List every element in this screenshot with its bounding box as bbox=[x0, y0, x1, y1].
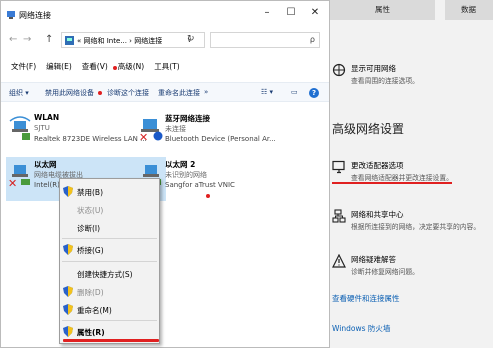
search-icon: ρ bbox=[309, 35, 315, 44]
forward-arrow-icon[interactable]: → bbox=[23, 34, 31, 45]
connection-name: WLAN bbox=[34, 113, 60, 122]
red-annotation-underline bbox=[63, 339, 159, 342]
connection-status: 未连接 bbox=[165, 125, 186, 133]
menu-item-label: 创建快捷方式(S) bbox=[77, 270, 133, 279]
refresh-icon[interactable]: ↻ bbox=[187, 34, 195, 44]
preview-pane-button[interactable]: ▭ bbox=[291, 88, 298, 96]
more-commands-button[interactable]: » bbox=[204, 88, 208, 96]
uac-shield-icon bbox=[63, 186, 73, 197]
svg-text:✕: ✕ bbox=[8, 177, 17, 187]
row-title: 显示可用网络 bbox=[351, 64, 396, 73]
minimize-button[interactable]: – bbox=[257, 7, 277, 21]
rename-button[interactable]: 重命名此连接 bbox=[158, 88, 200, 98]
menu-separator bbox=[62, 261, 157, 262]
network-connections-window: 网络连接 – ☐ ✕ ← → ↑ « 网络和 Inte... › 网络连接 ∨ … bbox=[0, 0, 330, 348]
context-menu-disable[interactable]: 禁用(B) bbox=[60, 183, 159, 200]
context-menu: 禁用(B) 状态(U) 诊断(I) 桥接(G) 创建快捷方式(S) 删除(D) bbox=[59, 178, 160, 344]
menu-edit[interactable]: 编辑(E) bbox=[46, 61, 72, 77]
menu-item-label: 禁用(B) bbox=[77, 188, 103, 197]
uac-shield-icon bbox=[63, 304, 73, 315]
network-settings-panel: 属性 数据 显示可用网络 查看周围的连接选项。 高级网络设置 更改适配器选项 查… bbox=[330, 0, 493, 348]
menu-item-label: 桥接(G) bbox=[77, 246, 104, 255]
command-bar: 组织 ▾ 禁用此网络设备 诊断这个连接 重命名此连接 » ☷ ▾ ▭ ? bbox=[1, 82, 329, 102]
red-annotation-dot bbox=[206, 194, 210, 198]
menu-item-label: 删除(D) bbox=[77, 288, 104, 297]
wifi-globe-icon bbox=[332, 63, 346, 77]
context-menu-delete[interactable]: 删除(D) bbox=[60, 283, 159, 300]
title-bar[interactable]: 网络连接 – ☐ ✕ bbox=[1, 1, 329, 27]
svg-text:✕: ✕ bbox=[139, 131, 148, 141]
close-button[interactable]: ✕ bbox=[305, 7, 325, 21]
search-input[interactable]: ρ bbox=[210, 32, 320, 48]
menu-bar: 文件(F) 编辑(E) 查看(V) 高级(N) 工具(T) bbox=[1, 61, 329, 77]
hardware-properties-link[interactable]: 查看硬件和连接属性 bbox=[332, 293, 400, 304]
connection-name: 以太网 2 bbox=[165, 160, 196, 169]
red-annotation-underline bbox=[332, 182, 452, 184]
window-title: 网络连接 bbox=[19, 11, 51, 20]
menu-view[interactable]: 查看(V) bbox=[82, 61, 108, 77]
back-arrow-icon[interactable]: ← bbox=[9, 34, 17, 45]
properties-button[interactable]: 属性 bbox=[330, 0, 435, 20]
connection-bluetooth[interactable]: ✕ 蓝牙网络连接 未连接 Bluetooth Device (Personal … bbox=[137, 111, 297, 155]
up-arrow-icon[interactable]: ↑ bbox=[45, 34, 53, 45]
row-title: 网络和共享中心 bbox=[351, 210, 404, 219]
wifi-adapter-icon bbox=[9, 116, 31, 140]
row-title: 网络疑难解答 bbox=[351, 255, 396, 264]
connections-list: WLAN SJTU Realtek 8723DE Wireless LAN ..… bbox=[1, 103, 329, 348]
help-icon[interactable]: ? bbox=[309, 88, 319, 98]
row-description: 诊断并修复网络问题。 bbox=[351, 268, 419, 276]
control-panel-icon bbox=[65, 36, 74, 45]
network-sharing-icon bbox=[332, 209, 346, 223]
bluetooth-adapter-icon: ✕ bbox=[139, 119, 163, 141]
context-menu-properties[interactable]: 属性(R) bbox=[60, 323, 159, 340]
advanced-settings-heading: 高级网络设置 bbox=[332, 122, 405, 136]
connection-name: 以太网 bbox=[34, 160, 57, 169]
uac-shield-icon bbox=[63, 326, 73, 337]
diagnose-button[interactable]: 诊断这个连接 bbox=[107, 88, 149, 98]
windows-firewall-link[interactable]: Windows 防火墙 bbox=[332, 323, 390, 334]
breadcrumb[interactable]: « 网络和 Inte... › 网络连接 bbox=[77, 36, 162, 46]
row-title: 更改适配器选项 bbox=[351, 161, 404, 170]
menu-separator bbox=[62, 320, 157, 321]
row-description: 查看周围的连接选项。 bbox=[351, 77, 419, 85]
red-annotation-dot bbox=[98, 91, 102, 95]
menu-item-label: 诊断(I) bbox=[77, 224, 101, 233]
connection-ethernet-2[interactable]: 以太网 2 未识别的网络 Sangfor aTrust VNIC bbox=[137, 157, 297, 201]
menu-item-label: 属性(R) bbox=[77, 328, 105, 337]
menu-tools[interactable]: 工具(T) bbox=[154, 61, 179, 77]
network-folder-icon bbox=[7, 11, 15, 19]
connection-name: 蓝牙网络连接 bbox=[165, 114, 210, 123]
view-options-button[interactable]: ☷ ▾ bbox=[261, 88, 273, 96]
maximize-button[interactable]: ☐ bbox=[281, 7, 301, 21]
address-bar[interactable]: « 网络和 Inte... › 网络连接 ∨ bbox=[61, 32, 205, 48]
menu-file[interactable]: 文件(F) bbox=[11, 61, 36, 77]
connection-status: 未识别的网络 bbox=[165, 171, 207, 179]
context-menu-bridge[interactable]: 桥接(G) bbox=[60, 241, 159, 258]
connection-device: Sangfor aTrust VNIC bbox=[165, 181, 235, 189]
context-menu-diagnose[interactable]: 诊断(I) bbox=[60, 219, 159, 236]
menu-advanced[interactable]: 高级(N) bbox=[118, 61, 144, 77]
uac-shield-icon bbox=[63, 286, 73, 297]
menu-item-label: 重命名(M) bbox=[77, 306, 112, 315]
context-menu-create-shortcut[interactable]: 创建快捷方式(S) bbox=[60, 265, 159, 282]
ethernet-adapter-icon: ✕ bbox=[8, 165, 30, 187]
connection-device: Bluetooth Device (Personal Ar... bbox=[165, 135, 276, 143]
menu-item-label: 状态(U) bbox=[77, 206, 104, 215]
organize-button[interactable]: 组织 ▾ bbox=[9, 88, 29, 98]
context-menu-rename[interactable]: 重命名(M) bbox=[60, 301, 159, 318]
red-annotation-dot bbox=[113, 66, 117, 70]
row-description: 查看网络适配器并更改连接设置。 bbox=[351, 174, 453, 182]
row-description: 根据所连接到的网络，决定要共享的内容。 bbox=[351, 223, 481, 231]
uac-shield-icon bbox=[63, 244, 73, 255]
warning-icon bbox=[332, 254, 346, 268]
connection-status: SJTU bbox=[34, 124, 50, 132]
data-usage-button[interactable]: 数据 bbox=[445, 0, 493, 20]
disable-device-button[interactable]: 禁用此网络设备 bbox=[45, 88, 94, 98]
monitor-icon bbox=[332, 160, 345, 174]
menu-separator bbox=[62, 238, 157, 239]
context-menu-status[interactable]: 状态(U) bbox=[60, 201, 159, 218]
